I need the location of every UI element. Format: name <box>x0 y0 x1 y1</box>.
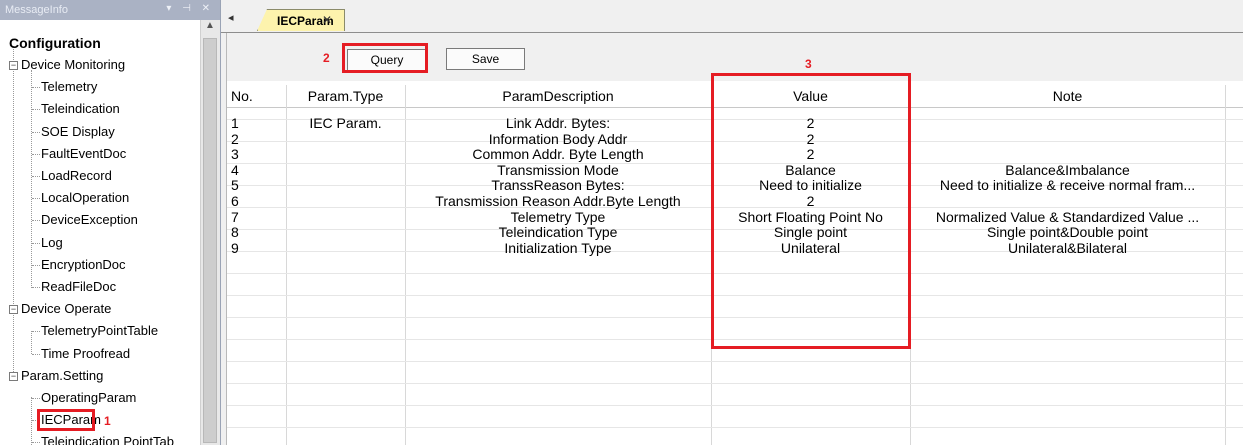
tree-group-device-monitoring[interactable]: Device Monitoring <box>21 57 125 73</box>
table-cell-desc[interactable]: Transmission Mode <box>405 162 711 179</box>
table-cell-desc[interactable]: Telemetry Type <box>405 209 711 226</box>
table-cell-no[interactable]: 5 <box>231 177 239 194</box>
table-cell-desc[interactable]: Common Addr. Byte Length <box>405 146 711 163</box>
scroll-up-arrow-icon[interactable]: ▲ <box>205 20 215 31</box>
table-cell-no[interactable]: 9 <box>231 240 239 257</box>
tab-scroll-left-icon[interactable]: ◂ <box>228 11 234 24</box>
tree-item-telemetrypointtable[interactable]: TelemetryPointTable <box>41 323 158 339</box>
panel-title: MessageInfo <box>5 4 68 16</box>
tree-scrollbar[interactable]: ▲ <box>200 20 220 445</box>
table-cell-no[interactable]: 2 <box>231 131 239 148</box>
table-cell-desc[interactable]: Initialization Type <box>405 240 711 257</box>
tree-expander-icon[interactable]: − <box>9 61 18 70</box>
tree-expander-icon[interactable]: − <box>9 305 18 315</box>
configuration-tree: Configuration − Device Monitoring Telemetr… <box>0 20 200 445</box>
tree-item-teleindication[interactable]: Teleindication <box>41 101 120 117</box>
table-cell-note[interactable]: Balance&Imbalance <box>910 162 1225 179</box>
table-cell-no[interactable]: 7 <box>231 209 239 226</box>
table-cell-no[interactable]: 6 <box>231 193 239 210</box>
column-header-paramdescription[interactable]: ParamDescription <box>405 88 711 104</box>
tree-group-device-operate[interactable]: Device Operate <box>21 301 111 317</box>
column-header-param-type[interactable]: Param.Type <box>286 88 405 104</box>
table-cell-desc[interactable]: Teleindication Type <box>405 224 711 241</box>
panel-window-controls[interactable]: ▾ ⊣ ✕ <box>166 3 214 14</box>
table-cell-no[interactable]: 1 <box>231 115 239 132</box>
tree-item-faulteventdoc[interactable]: FaultEventDoc <box>41 146 126 162</box>
annotation-number-1: 1 <box>104 414 111 429</box>
table-cell-desc[interactable]: Information Body Addr <box>405 131 711 148</box>
tree-item-time-proofread[interactable]: Time Proofread <box>41 346 130 362</box>
tree-item-log[interactable]: Log <box>41 235 63 251</box>
table-cell-no[interactable]: 4 <box>231 162 239 179</box>
scrollbar-thumb[interactable] <box>203 38 217 443</box>
tree-item-readfiledoc[interactable]: ReadFileDoc <box>41 279 116 295</box>
table-cell-note[interactable]: Single point&Double point <box>910 224 1225 241</box>
table-cell-note[interactable]: Unilateral&Bilateral <box>910 240 1225 257</box>
tree-group-param-setting[interactable]: Param.Setting <box>21 368 103 384</box>
table-cell-note[interactable]: Need to initialize & receive normal fram… <box>910 177 1225 194</box>
tree-item-loadrecord[interactable]: LoadRecord <box>41 168 112 184</box>
column-header-no-[interactable]: No. <box>231 88 253 104</box>
tree-item-teleindication-pointtab[interactable]: Teleindication PointTab <box>41 434 174 445</box>
table-cell-no[interactable]: 3 <box>231 146 239 163</box>
annotation-number-3: 3 <box>805 57 812 71</box>
annotation-box-value-column <box>711 73 911 349</box>
tree-expander-icon[interactable]: − <box>9 371 18 381</box>
iecparam-view: 2 Query Save 3 No. Param.Type ParamDescrip… <box>226 33 1243 445</box>
table-cell-desc[interactable]: TranssReason Bytes: <box>405 177 711 194</box>
tree-item-soe-display[interactable]: SOE Display <box>41 124 115 140</box>
table-cell-desc[interactable]: Link Addr. Bytes: <box>405 115 711 132</box>
table-cell-desc[interactable]: Transmission Reason Addr.Byte Length <box>405 193 711 210</box>
table-cell-no[interactable]: 8 <box>231 224 239 241</box>
column-header-note[interactable]: Note <box>910 88 1225 104</box>
tree-root-configuration[interactable]: Configuration <box>9 35 101 51</box>
tree-item-telemetry[interactable]: Telemetry <box>41 79 97 95</box>
document-tab-strip: ◂ IECParam ✕ <box>221 0 1243 33</box>
tree-item-deviceexception[interactable]: DeviceException <box>41 212 138 228</box>
save-button[interactable]: Save <box>446 48 525 70</box>
tree-item-encryptiondoc[interactable]: EncryptionDoc <box>41 257 126 273</box>
annotation-box-query <box>342 43 428 73</box>
tab-close-icon[interactable]: ✕ <box>322 13 332 27</box>
annotation-number-2: 2 <box>323 51 330 65</box>
tab-iecparam[interactable]: IECParam ✕ <box>257 9 345 31</box>
tree-item-operatingparam[interactable]: OperatingParam <box>41 390 136 406</box>
tree-item-localoperation[interactable]: LocalOperation <box>41 190 129 206</box>
message-info-panel: MessageInfo ▾ ⊣ ✕ Configuration − Device … <box>0 0 221 445</box>
annotation-box-iecparam <box>37 409 95 432</box>
table-cell-type[interactable]: IEC Param. <box>286 115 405 132</box>
panel-header: MessageInfo ▾ ⊣ ✕ <box>0 0 220 20</box>
table-cell-note[interactable]: Normalized Value & Standardized Value ..… <box>910 209 1225 226</box>
